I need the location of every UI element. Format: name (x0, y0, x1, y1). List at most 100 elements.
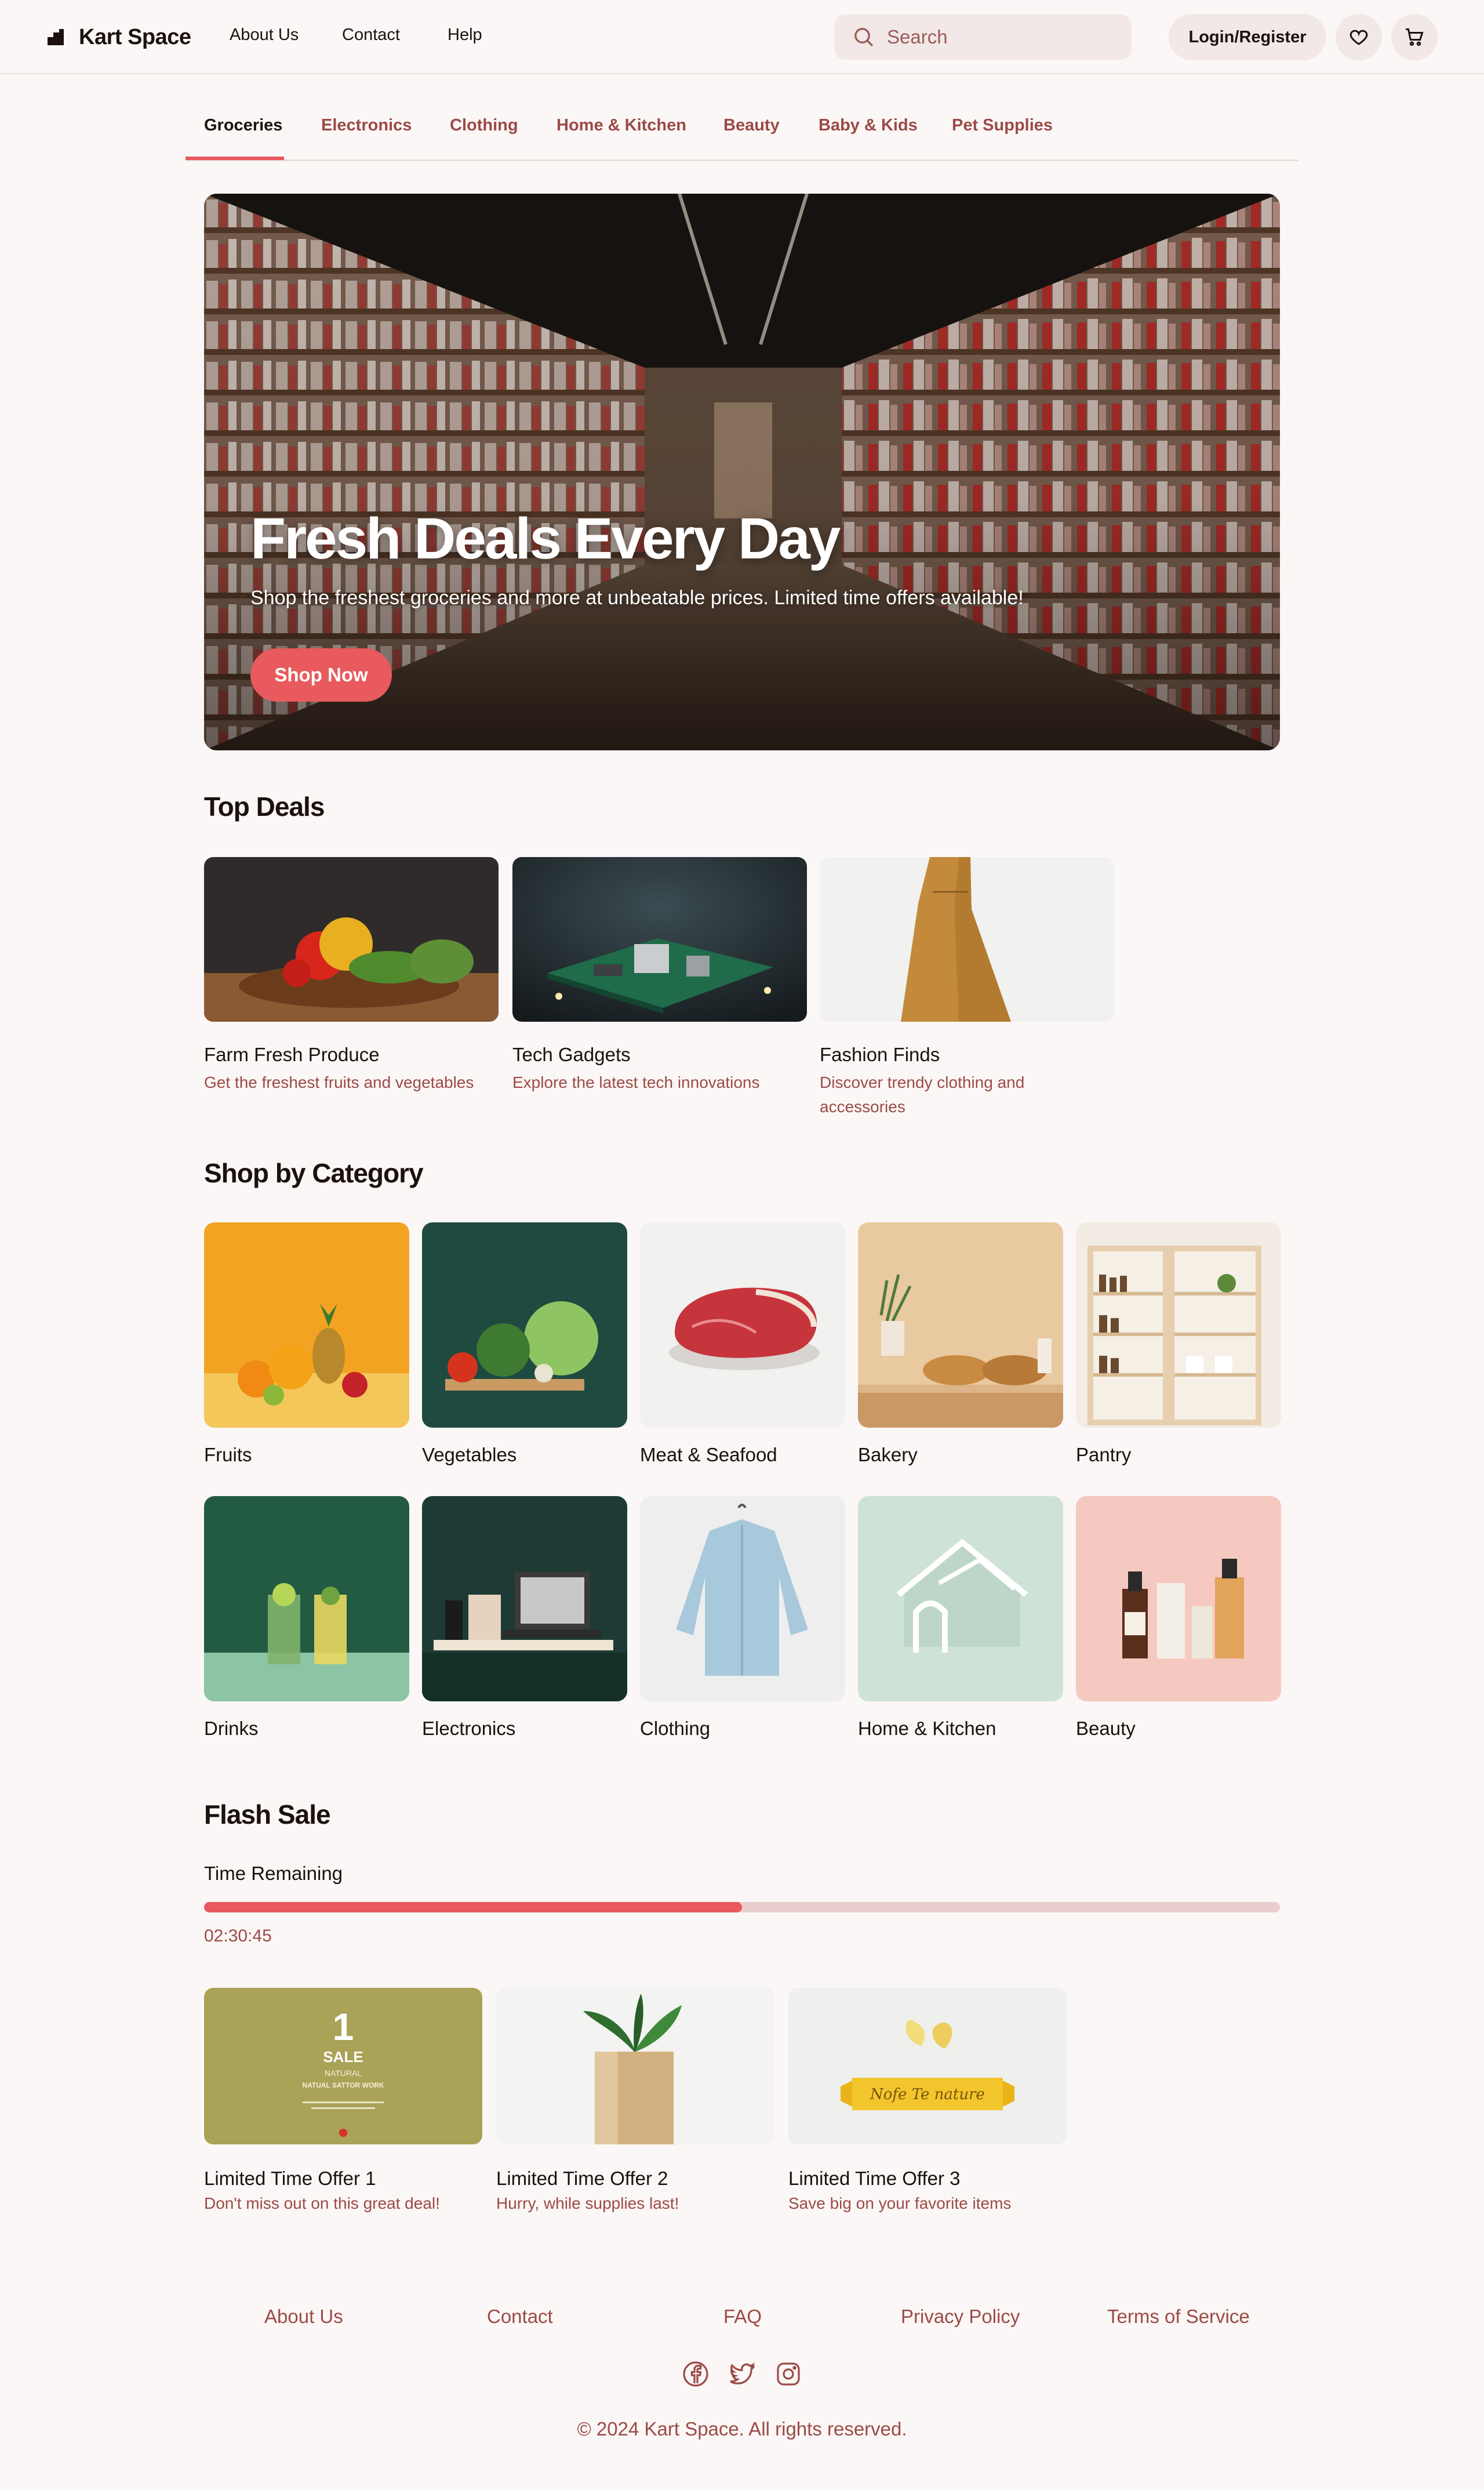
search-box[interactable] (835, 14, 1132, 60)
category-image-vegetables (422, 1222, 627, 1428)
hero-title: Fresh Deals Every Day (250, 506, 841, 571)
category-label: Fruits (204, 1444, 252, 1465)
category-card-home-kitchen[interactable]: Home & Kitchen (858, 1496, 1063, 1740)
category-image-meat (640, 1222, 845, 1428)
deal-card-farm-fresh[interactable]: Farm Fresh Produce Get the freshest frui… (204, 857, 499, 1095)
offer-title: Limited Time Offer 3 (788, 2168, 961, 2189)
category-label: Home & Kitchen (858, 1718, 996, 1739)
login-register-button[interactable]: Login/Register (1169, 14, 1326, 60)
facebook-icon[interactable] (682, 2360, 710, 2388)
footer-link-terms[interactable]: Terms of Service (1107, 2306, 1250, 2328)
nav-help[interactable]: Help (448, 26, 482, 45)
tab-electronics[interactable]: Electronics (321, 116, 412, 135)
category-card-pantry[interactable]: Pantry (1076, 1222, 1281, 1466)
deal-image-circuit-board (512, 857, 807, 1022)
footer-link-about-us[interactable]: About Us (264, 2306, 343, 2328)
nav-about-us[interactable]: About Us (230, 26, 299, 45)
wishlist-button[interactable] (1336, 14, 1382, 60)
offer-poster-line: NATURAL (325, 2068, 362, 2078)
offer-title: Limited Time Offer 2 (496, 2168, 668, 2189)
logo-icon (48, 29, 64, 45)
category-tabs: Groceries Electronics Clothing Home & Ki… (186, 75, 1298, 161)
offer-poster-sale: SALE (323, 2048, 363, 2066)
category-image-electronics (422, 1496, 627, 1701)
category-card-clothing[interactable]: Clothing (640, 1496, 845, 1740)
offer-banner-text: Nofe Te nature (870, 2086, 985, 2103)
offer-poster-subline: NATUAL SATTOR WORK (302, 2081, 384, 2089)
category-image-bakery (858, 1222, 1063, 1428)
footer-link-privacy-policy[interactable]: Privacy Policy (901, 2306, 1020, 2328)
copyright-text: © 2024 Kart Space. All rights reserved. (577, 2418, 907, 2440)
deal-title: Fashion Finds (820, 1044, 940, 1065)
deal-description: Explore the latest tech innovations (512, 1073, 760, 1091)
deal-title: Tech Gadgets (512, 1044, 631, 1065)
category-label: Pantry (1076, 1444, 1132, 1465)
cart-button[interactable] (1391, 14, 1438, 60)
footer-link-contact[interactable]: Contact (487, 2306, 553, 2328)
shop-now-button[interactable]: Shop Now (250, 648, 392, 702)
category-card-fruits[interactable]: Fruits (204, 1222, 409, 1466)
category-image-clothing (640, 1496, 845, 1701)
category-image-beauty (1076, 1496, 1281, 1701)
instagram-icon[interactable] (774, 2360, 802, 2388)
cart-icon (1404, 27, 1425, 48)
deal-description: Discover trendy clothing and accessories (820, 1073, 1025, 1116)
offer-image-plant (496, 1988, 774, 2144)
heart-icon (1348, 27, 1369, 48)
category-card-meat-seafood[interactable]: Meat & Seafood (640, 1222, 845, 1466)
twitter-icon[interactable] (728, 2360, 756, 2388)
deal-card-fashion-finds[interactable]: Fashion Finds Discover trendy clothing a… (820, 857, 1114, 1119)
tab-pet-supplies[interactable]: Pet Supplies (952, 116, 1053, 135)
category-card-drinks[interactable]: Drinks (204, 1496, 409, 1740)
brand-name: Kart Space (79, 24, 191, 49)
offer-card-2[interactable]: Limited Time Offer 2 Hurry, while suppli… (496, 1988, 774, 2213)
offer-poster-number: 1 (333, 2005, 354, 2048)
offer-title: Limited Time Offer 1 (204, 2168, 376, 2189)
flash-sale-heading: Flash Sale (204, 1799, 331, 1830)
active-tab-indicator (186, 157, 284, 160)
offer-image-sale-poster: 1 SALE NATURAL NATUAL SATTOR WORK (204, 1988, 482, 2144)
category-image-home (858, 1496, 1063, 1701)
category-card-vegetables[interactable]: Vegetables (422, 1222, 627, 1466)
category-label: Clothing (640, 1718, 711, 1739)
progress-fill (204, 1902, 742, 1912)
deal-image-produce (204, 857, 499, 1022)
category-label: Electronics (422, 1718, 516, 1739)
category-image-drinks (204, 1496, 409, 1701)
tab-beauty[interactable]: Beauty (723, 116, 780, 135)
deal-description: Get the freshest fruits and vegetables (204, 1073, 474, 1091)
deal-image-dress (820, 857, 1114, 1022)
nav-contact[interactable]: Contact (342, 26, 400, 45)
countdown-timer: 02:30:45 (204, 1926, 272, 1945)
hero-banner: Fresh Deals Every Day Shop the freshest … (204, 194, 1280, 750)
category-image-pantry (1076, 1222, 1281, 1428)
footer-link-faq[interactable]: FAQ (723, 2306, 762, 2328)
top-header: Kart Space About Us Contact Help Login/R… (0, 0, 1484, 74)
category-card-electronics[interactable]: Electronics (422, 1496, 627, 1740)
category-label: Bakery (858, 1444, 918, 1465)
offer-card-1[interactable]: 1 SALE NATURAL NATUAL SATTOR WORK Limite… (204, 1988, 482, 2213)
brand-logo[interactable]: Kart Space (48, 22, 191, 52)
deal-title: Farm Fresh Produce (204, 1044, 380, 1065)
time-remaining-label: Time Remaining (204, 1863, 343, 1884)
search-icon (852, 26, 875, 49)
category-image-fruits (204, 1222, 409, 1428)
hero-subtitle: Shop the freshest groceries and more at … (250, 587, 1024, 609)
tab-clothing[interactable]: Clothing (450, 116, 518, 135)
deal-card-tech-gadgets[interactable]: Tech Gadgets Explore the latest tech inn… (512, 857, 807, 1095)
tab-groceries[interactable]: Groceries (204, 116, 282, 135)
category-label: Beauty (1076, 1718, 1136, 1739)
tab-baby-kids[interactable]: Baby & Kids (819, 116, 918, 135)
flash-sale-progress (204, 1902, 1280, 1912)
category-card-bakery[interactable]: Bakery (858, 1222, 1063, 1466)
category-card-beauty[interactable]: Beauty (1076, 1496, 1281, 1740)
offer-image-nature-banner: Nofe Te nature (788, 1988, 1067, 2144)
category-label: Vegetables (422, 1444, 517, 1465)
offer-description: Don't miss out on this great deal! (204, 2194, 440, 2212)
offer-card-3[interactable]: Nofe Te nature Limited Time Offer 3 Save… (788, 1988, 1067, 2213)
tab-home-kitchen[interactable]: Home & Kitchen (556, 116, 686, 135)
top-deals-heading: Top Deals (204, 792, 325, 822)
search-input[interactable] (887, 26, 1119, 48)
shop-by-category-heading: Shop by Category (204, 1158, 424, 1188)
category-label: Meat & Seafood (640, 1444, 777, 1465)
